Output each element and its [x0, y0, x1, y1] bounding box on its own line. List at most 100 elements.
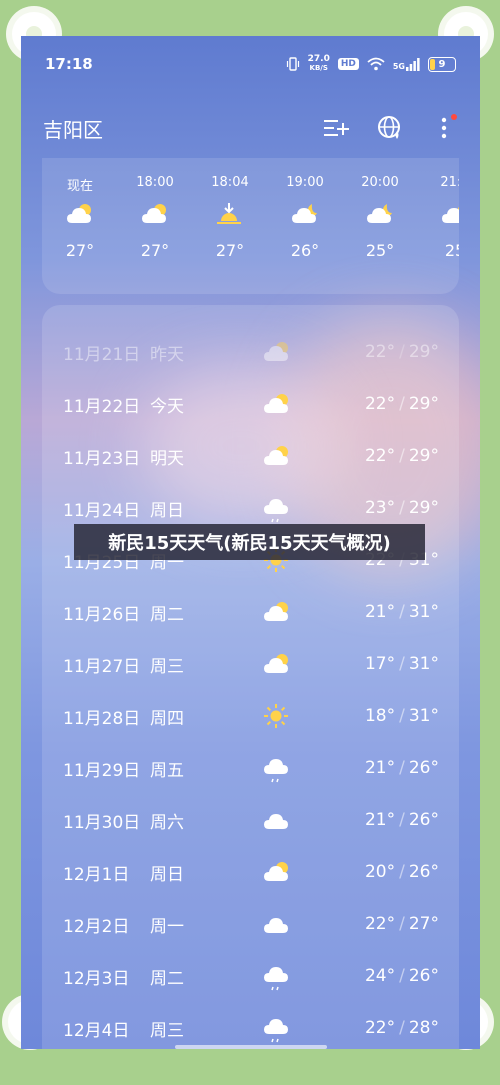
cloud-icon [262, 909, 292, 939]
globe-icon [378, 116, 400, 139]
location-title[interactable]: 吉阳区 [43, 114, 103, 143]
daily-high: 27° [408, 914, 439, 934]
daily-date: 11月29日 [63, 760, 141, 781]
temp-separator: / [399, 1018, 405, 1038]
daily-low: 22° [364, 446, 396, 466]
hourly-item: 18:00 27° [125, 158, 185, 260]
daily-date: 12月3日 [63, 968, 130, 989]
daily-high: 31° [408, 706, 439, 726]
daily-row[interactable]: 11月21日 昨天 22°/29° [42, 326, 459, 378]
hourly-item: 19:00 26° [275, 158, 335, 260]
hourly-temp: 27° [215, 241, 245, 260]
daily-date: 11月23日 [63, 448, 141, 469]
daily-high: 31° [408, 654, 439, 674]
hourly-temp: 27° [65, 241, 95, 260]
daily-weekday: 明天 [150, 448, 184, 469]
daily-row[interactable]: 11月28日 周四 18°/31° [42, 690, 459, 742]
daily-forecast[interactable]: 11月21日 昨天 22°/29° 11月22日 今天 22°/29° 11月2… [42, 305, 459, 1049]
daily-weekday: 周三 [150, 1020, 184, 1041]
hourly-temp: 26° [290, 241, 320, 260]
hourly-time: 20:00 [361, 175, 399, 190]
partly-cloudy-icon [262, 857, 292, 887]
temp-separator: / [399, 654, 405, 674]
daily-date: 12月1日 [63, 864, 130, 885]
daily-row[interactable]: 12月3日 周二 24°/26° [42, 950, 459, 1002]
daily-row[interactable]: 12月4日 周三 22°/28° [42, 1002, 459, 1049]
daily-weekday: 周三 [150, 656, 184, 677]
partly-cloudy-icon [262, 389, 292, 419]
partly-cloudy-icon [50, 193, 110, 235]
daily-low: 22° [364, 1018, 396, 1038]
daily-weekday: 周六 [150, 812, 184, 833]
more-options-button[interactable] [430, 114, 458, 142]
hourly-item: 现在 27° [50, 158, 110, 260]
daily-weekday: 周二 [150, 604, 184, 625]
daily-high: 31° [408, 602, 439, 622]
hourly-time: 21:0 [440, 175, 459, 190]
hourly-temp: 25 [444, 241, 459, 260]
daily-row[interactable]: 12月2日 周一 22°/27° [42, 898, 459, 950]
temp-separator: / [399, 446, 405, 466]
signal-icon: 5G [392, 57, 420, 71]
vibrate-icon [286, 57, 299, 71]
daily-temp-range: 22°/29° [365, 446, 439, 466]
daily-row[interactable]: 11月27日 周三 17°/31° [42, 638, 459, 690]
daily-date: 11月22日 [63, 396, 141, 417]
daily-high: 29° [408, 394, 439, 414]
manage-cities-button[interactable] [322, 114, 350, 142]
daily-high: 26° [408, 862, 439, 882]
daily-low: 23° [364, 498, 396, 518]
daily-low: 17° [364, 654, 396, 674]
daily-row[interactable]: 11月26日 周二 21°/31° [42, 586, 459, 638]
list-add-icon [324, 120, 349, 136]
hourly-time: 现在 [66, 179, 93, 194]
partly-cloudy-icon [262, 597, 292, 627]
hourly-item: 18:04 27° [200, 158, 260, 260]
daily-row[interactable]: 12月1日 周日 20°/26° [42, 846, 459, 898]
daily-date: 11月30日 [63, 812, 141, 833]
temp-separator: / [399, 758, 405, 778]
daily-temp-range: 24°/26° [365, 966, 439, 986]
daily-weekday: 周日 [150, 500, 184, 521]
wifi-icon [367, 57, 385, 71]
temp-separator: / [399, 966, 405, 986]
temp-separator: / [399, 394, 405, 414]
daily-temp-range: 23°/29° [365, 498, 439, 518]
rain-icon [262, 961, 292, 991]
notification-dot [451, 114, 457, 120]
daily-weekday: 昨天 [150, 344, 184, 365]
daily-temp-range: 18°/31° [365, 706, 439, 726]
daily-low: 22° [364, 914, 396, 934]
hourly-forecast[interactable]: 现在 27° 18:00 27° 18:04 27° 19:00 26° 20:… [42, 158, 459, 294]
battery-icon: 9 [428, 56, 456, 72]
daily-high: 26° [408, 966, 439, 986]
home-indicator[interactable] [175, 1045, 327, 1049]
rain-icon [262, 1013, 292, 1043]
daily-date: 12月2日 [63, 916, 130, 937]
daily-low: 18° [364, 706, 396, 726]
temp-separator: / [399, 342, 405, 362]
net-speed-unit: KB/S [309, 64, 328, 72]
daily-date: 12月4日 [63, 1020, 130, 1041]
hourly-time: 18:00 [136, 175, 174, 190]
app-header: 吉阳区 [21, 106, 480, 150]
battery-level: 9 [438, 58, 446, 70]
daily-row[interactable]: 11月23日 明天 22°/29° [42, 430, 459, 482]
daily-date: 11月28日 [63, 708, 141, 729]
daily-weekday: 今天 [150, 396, 184, 417]
temp-separator: / [399, 914, 405, 934]
daily-low: 22° [364, 342, 396, 362]
daily-high: 28° [408, 1018, 439, 1038]
daily-temp-range: 20°/26° [365, 862, 439, 882]
daily-high: 26° [408, 810, 439, 830]
daily-low: 21° [364, 602, 396, 622]
daily-date: 11月24日 [63, 500, 141, 521]
daily-row[interactable]: 11月30日 周六 21°/26° [42, 794, 459, 846]
net-speed-value: 27.0 [307, 54, 330, 64]
signal-label: 5G [392, 61, 405, 71]
daily-row[interactable]: 11月29日 周五 21°/26° [42, 742, 459, 794]
daily-row[interactable]: 11月22日 今天 22°/29° [42, 378, 459, 430]
globe-button[interactable] [376, 114, 404, 142]
partly-cloudy-icon [262, 337, 292, 367]
status-time: 17:18 [45, 55, 93, 73]
